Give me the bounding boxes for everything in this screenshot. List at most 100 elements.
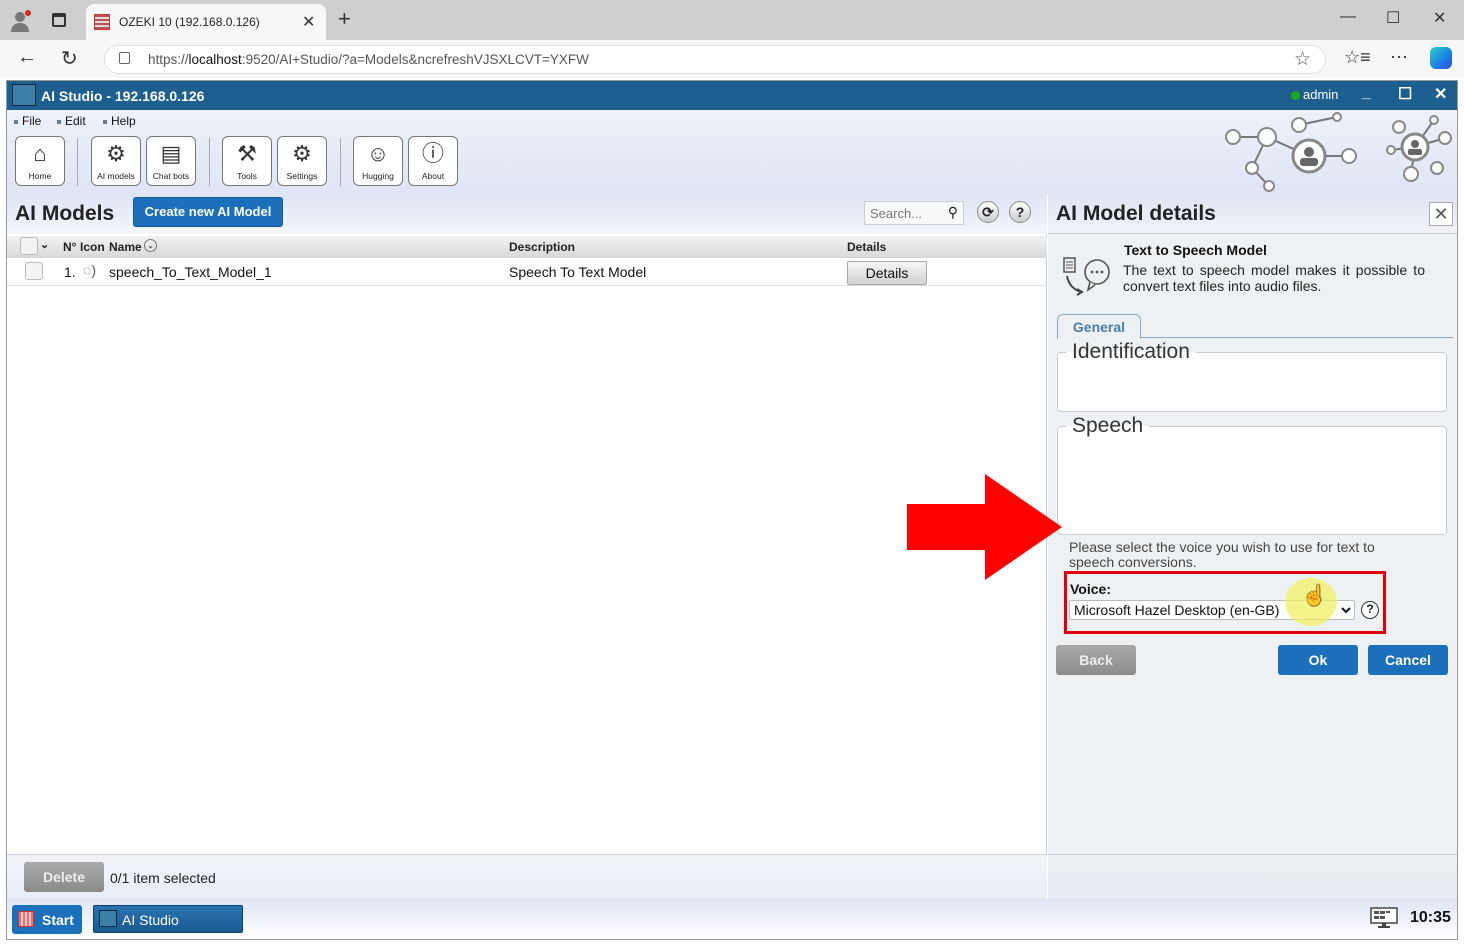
tab-actions-icon[interactable] (52, 13, 66, 27)
column-description: Description (509, 240, 576, 254)
back-icon[interactable]: ← (17, 46, 37, 69)
reload-icon[interactable]: ↻ (61, 46, 78, 71)
app-minimize-button[interactable]: _ (1362, 84, 1371, 102)
ozeki-logo-icon (18, 911, 34, 927)
search-icon[interactable]: ⚲ (948, 204, 958, 221)
ozeki-favicon (94, 14, 110, 30)
url-field[interactable]: https://localhost:9520/AI+Studio/?a=Mode… (104, 45, 1326, 74)
sort-icon[interactable]: ⌄ (144, 239, 157, 252)
browser-minimize-button[interactable]: — (1340, 8, 1356, 26)
speech-group: Speech (1057, 414, 1447, 535)
browser-close-button[interactable]: ✕ (1433, 8, 1446, 28)
close-details-button[interactable]: ✕ (1429, 202, 1453, 226)
app-window: AI Studio - 192.168.0.126 admin _ ☐ ✕ Fi… (6, 80, 1458, 940)
app-title: AI Studio - 192.168.0.126 (41, 88, 205, 104)
voice-help-icon[interactable]: ? (1361, 601, 1379, 619)
model-type-title: Text to Speech Model (1124, 242, 1267, 258)
details-button[interactable]: Details (847, 261, 927, 285)
cancel-button[interactable]: Cancel (1368, 645, 1448, 675)
ai-models-panel: AI Models Create new AI Model ⚲ ⟳ ? ⌄ N°… (7, 194, 1047, 939)
ok-button[interactable]: Ok (1278, 645, 1358, 675)
start-button[interactable]: Start (12, 905, 82, 934)
identification-legend: Identification (1072, 340, 1190, 363)
ai-studio-icon (12, 84, 36, 106)
taskbar-ai-studio[interactable]: AI Studio (93, 905, 243, 933)
delete-button[interactable]: Delete (24, 862, 104, 892)
row-description: Speech To Text Model (509, 264, 647, 280)
menu-help[interactable]: Help (103, 114, 136, 128)
column-details: Details (847, 240, 887, 254)
back-button[interactable]: Back (1056, 645, 1136, 675)
browser-tab-strip: OZEKI 10 (192.168.0.126) ✕ + — ☐ ✕ (0, 0, 1464, 40)
ai-studio-icon (99, 910, 117, 927)
details-header: AI Model details ✕ (1048, 194, 1457, 234)
help-button[interactable]: ? (1009, 201, 1031, 223)
create-new-ai-model-button[interactable]: Create new AI Model (133, 197, 283, 227)
identification-group: Identification (1057, 340, 1447, 412)
text-to-speech-icon (1063, 257, 1110, 296)
toolbar-separator (340, 138, 341, 186)
table-header: ⌄ N° Icon Name ⌄ Description Details (7, 236, 1047, 258)
app-title-bar: AI Studio - 192.168.0.126 admin _ ☐ ✕ (7, 81, 1457, 110)
row-number: 1. (64, 264, 76, 280)
menu-toolbar-area: File Edit Help ⌂ Home ⚙ AI models ▤ Chat bo… (7, 110, 1457, 194)
copilot-icon[interactable] (1430, 47, 1452, 69)
user-name[interactable]: admin (1303, 87, 1338, 102)
tab-title: OZEKI 10 (192.168.0.126) (119, 15, 260, 29)
browser-maximize-button[interactable]: ☐ (1386, 8, 1400, 28)
tools-icon: ⚒ (237, 141, 257, 166)
details-tab-bar: General (1057, 312, 1453, 339)
toolbar-home-button[interactable]: ⌂ Home (15, 136, 65, 186)
more-icon[interactable]: ⋯ (1390, 47, 1408, 68)
toolbar-hugging-button[interactable]: ☺ Hugging (353, 136, 403, 186)
browser-tab[interactable]: OZEKI 10 (192.168.0.126) ✕ (86, 4, 326, 40)
menu-edit[interactable]: Edit (57, 114, 86, 128)
toolbar-chat-bots-button[interactable]: ▤ Chat bots (146, 136, 196, 186)
speech-hint: Please select the voice you wish to use … (1069, 539, 1375, 570)
select-all-checkbox[interactable] (20, 237, 38, 255)
refresh-button[interactable]: ⟳ (977, 201, 999, 223)
toolbar-settings-button[interactable]: ⚙ Settings (277, 136, 327, 186)
toolbar-tools-button[interactable]: ⚒ Tools (222, 136, 272, 186)
page-title: AI Models (15, 202, 115, 225)
row-checkbox[interactable] (25, 262, 43, 280)
close-tab-icon[interactable]: ✕ (302, 12, 315, 32)
url-text: https://localhost:9520/AI+Studio/?a=Mode… (148, 52, 589, 67)
app-close-button[interactable]: ✕ (1434, 84, 1447, 104)
lock-icon[interactable] (119, 52, 130, 64)
tab-general[interactable]: General (1057, 314, 1141, 339)
settings-gear-icon: ⚙ (292, 141, 312, 166)
toolbar-ai-models-button[interactable]: ⚙ AI models (91, 136, 141, 186)
details-title: AI Model details (1056, 202, 1216, 225)
search-box[interactable]: ⚲ (864, 201, 964, 225)
profile-icon[interactable] (10, 9, 32, 33)
select-menu-chevron-icon[interactable]: ⌄ (40, 238, 49, 251)
monitor-icon[interactable] (1370, 907, 1398, 929)
chat-bots-icon: ▤ (160, 141, 182, 166)
column-name[interactable]: Name (109, 240, 142, 254)
app-maximize-button[interactable]: ☐ (1398, 84, 1412, 104)
menu-file[interactable]: File (14, 114, 41, 128)
ai-model-details-panel: AI Model details ✕ Text to Speech Model … (1048, 194, 1457, 939)
home-icon: ⌂ (33, 141, 47, 166)
ai-models-header: AI Models Create new AI Model ⚲ ⟳ ? (7, 194, 1047, 234)
network-people-decoration-icon (1225, 112, 1452, 192)
speech-icon: ◌) (83, 262, 96, 278)
favorite-star-icon[interactable]: ☆ (1294, 48, 1311, 71)
column-icon: Icon (80, 240, 105, 254)
toolbar-about-button[interactable]: ⓘ About (408, 136, 458, 186)
app-taskbar: Start AI Studio 10:35 (7, 899, 1457, 939)
new-tab-button[interactable]: + (338, 6, 351, 32)
hand-cursor-icon: ☝ (1302, 585, 1327, 607)
search-input[interactable] (865, 202, 939, 224)
table-row[interactable]: 1. ◌) speech_To_Text_Model_1 Speech To T… (7, 258, 1047, 286)
info-icon: ⓘ (421, 141, 444, 166)
selection-info: 0/1 item selected (110, 870, 216, 886)
column-no: N° (63, 240, 77, 254)
favorites-icon[interactable]: ☆≡ (1344, 47, 1371, 68)
red-arrow-annotation-icon (907, 474, 1062, 580)
ai-models-icon: ⚙ (106, 141, 126, 166)
hugging-face-icon: ☺ (366, 141, 390, 166)
voice-label: Voice: (1070, 581, 1111, 597)
row-name[interactable]: speech_To_Text_Model_1 (109, 264, 272, 280)
